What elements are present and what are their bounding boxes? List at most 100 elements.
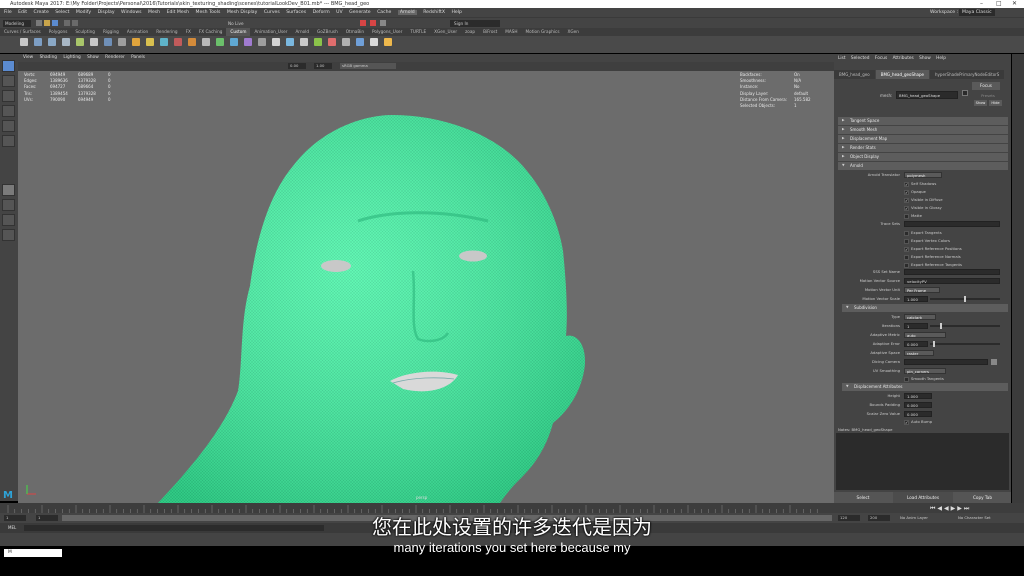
shelf-tool-icon[interactable] bbox=[272, 38, 280, 46]
visible-diffuse-checkbox[interactable]: ✓ bbox=[904, 198, 909, 203]
move-tool-icon[interactable] bbox=[2, 105, 15, 117]
section-render-stats[interactable]: Render Stats bbox=[838, 144, 1008, 152]
export-ref-normals-checkbox[interactable] bbox=[904, 255, 909, 260]
shelf-tool-icon[interactable] bbox=[328, 38, 336, 46]
shelf-tool-icon[interactable] bbox=[356, 38, 364, 46]
rotate-tool-icon[interactable] bbox=[2, 120, 15, 132]
menu-file[interactable]: File bbox=[4, 10, 12, 15]
section-subdivision[interactable]: Subdivision bbox=[842, 304, 1008, 312]
ae-tab[interactable]: hyperShadePrimaryNodeEditorS bbox=[930, 70, 1005, 79]
shelf-tab[interactable]: TURTLE bbox=[406, 28, 430, 36]
bounds-padding-field[interactable]: 0.000 bbox=[904, 402, 932, 408]
close-icon[interactable]: ✕ bbox=[1012, 0, 1017, 8]
menu-redshift[interactable]: RedshiftX bbox=[423, 10, 445, 15]
height-field[interactable]: 1.000 bbox=[904, 393, 932, 399]
shelf-tool-icon[interactable] bbox=[300, 38, 308, 46]
shelf-tool-icon[interactable] bbox=[76, 38, 84, 46]
menu-surfaces[interactable]: Surfaces bbox=[286, 10, 306, 15]
viewport-menu-view[interactable]: View bbox=[23, 55, 33, 60]
shelf-tool-icon[interactable] bbox=[286, 38, 294, 46]
shelf-tab-custom[interactable]: Custom bbox=[226, 28, 251, 36]
shelf-tab[interactable]: Rendering bbox=[152, 28, 181, 36]
section-smooth-mesh[interactable]: Smooth Mesh bbox=[838, 126, 1008, 134]
sign-in-button[interactable]: Sign In bbox=[450, 20, 500, 27]
shelf-tab[interactable]: Rigging bbox=[99, 28, 123, 36]
shelf-tab[interactable]: OtmaBin bbox=[342, 28, 368, 36]
shelf-tool-icon[interactable] bbox=[202, 38, 210, 46]
outliner-layout-icon[interactable] bbox=[2, 229, 15, 241]
ae-menu-selected[interactable]: Selected bbox=[851, 56, 870, 61]
menu-windows[interactable]: Windows bbox=[121, 10, 142, 15]
shelf-tool-icon[interactable] bbox=[146, 38, 154, 46]
scalar-zero-field[interactable]: 0.000 bbox=[904, 411, 932, 417]
presets-button[interactable]: Presets bbox=[976, 92, 1000, 99]
undo-icon[interactable] bbox=[64, 20, 70, 26]
shelf-tool-icon[interactable] bbox=[90, 38, 98, 46]
arnold-translator-select[interactable]: polymesh bbox=[904, 172, 942, 178]
ae-tab-shape[interactable]: BMG_head_geoShape bbox=[875, 70, 929, 79]
viewport-menu-lighting[interactable]: Lighting bbox=[63, 55, 80, 60]
show-button[interactable]: Show bbox=[974, 100, 987, 106]
copy-tab-button[interactable]: Copy Tab bbox=[954, 492, 1011, 503]
ae-tab[interactable]: BMG_head_geo bbox=[834, 70, 875, 79]
mesh-name-field[interactable]: BMG_head_geoShape bbox=[896, 91, 958, 99]
adaptive-error-knob[interactable] bbox=[933, 341, 935, 347]
hide-button[interactable]: Hide bbox=[989, 100, 1002, 106]
menu-arnold[interactable]: Arnold bbox=[397, 10, 417, 15]
shelf-tab[interactable]: Curves / Surfaces bbox=[0, 28, 45, 36]
maximize-icon[interactable]: □ bbox=[996, 0, 1002, 8]
new-scene-icon[interactable] bbox=[36, 20, 42, 26]
shelf-tool-icon[interactable] bbox=[104, 38, 112, 46]
matte-checkbox[interactable] bbox=[904, 214, 909, 219]
shelf-tool-icon[interactable] bbox=[258, 38, 266, 46]
menu-mesh-tools[interactable]: Mesh Tools bbox=[196, 10, 221, 15]
mode-select[interactable]: Modeling bbox=[3, 20, 31, 27]
ae-menu-list[interactable]: List bbox=[838, 56, 846, 61]
opaque-checkbox[interactable]: ✓ bbox=[904, 190, 909, 195]
shelf-tab[interactable]: Animation bbox=[123, 28, 152, 36]
shelf-tool-icon[interactable] bbox=[132, 38, 140, 46]
ae-menu-help[interactable]: Help bbox=[936, 56, 946, 61]
motion-scale-field[interactable]: 1.000 bbox=[904, 296, 928, 302]
shelf-tool-icon[interactable] bbox=[62, 38, 70, 46]
shelf-tab[interactable]: Polygons_User bbox=[368, 28, 406, 36]
export-tangents-checkbox[interactable] bbox=[904, 231, 909, 236]
camera-pick-icon[interactable] bbox=[991, 359, 997, 365]
shelf-tool-icon[interactable] bbox=[370, 38, 378, 46]
shelf-tab[interactable]: BiFrost bbox=[479, 28, 501, 36]
layout-icon[interactable] bbox=[2, 214, 15, 226]
menu-display[interactable]: Display bbox=[98, 10, 115, 15]
menu-help[interactable]: Help bbox=[451, 10, 461, 15]
gamma-field[interactable]: 1.00 bbox=[314, 63, 332, 69]
adaptive-space-select[interactable]: raster bbox=[904, 350, 934, 356]
uv-smoothing-select[interactable]: pin_corners bbox=[904, 368, 946, 374]
exposure-field[interactable]: 0.00 bbox=[288, 63, 306, 69]
load-attributes-button[interactable]: Load Attributes bbox=[893, 492, 953, 503]
shelf-tool-icon[interactable] bbox=[34, 38, 42, 46]
lasso-tool-icon[interactable] bbox=[2, 75, 15, 87]
shelf-tool-icon[interactable] bbox=[160, 38, 168, 46]
live-surface-label[interactable]: No Live Surface bbox=[228, 20, 258, 33]
section-displacement-attributes[interactable]: Displacement Attributes bbox=[842, 383, 1008, 391]
workspace-select[interactable]: Maya Classic bbox=[959, 9, 995, 16]
self-shadows-checkbox[interactable]: ✓ bbox=[904, 182, 909, 187]
iterations-knob[interactable] bbox=[940, 323, 942, 329]
motion-source-field[interactable]: velocityPV bbox=[904, 278, 1000, 284]
sss-field[interactable] bbox=[904, 269, 1000, 275]
adaptive-error-field[interactable]: 0.000 bbox=[904, 341, 928, 347]
section-object-display[interactable]: Object Display bbox=[838, 153, 1008, 161]
colorspace-select[interactable]: sRGB gamma bbox=[340, 63, 396, 69]
shelf-tool-icon[interactable] bbox=[216, 38, 224, 46]
save-scene-icon[interactable] bbox=[52, 20, 58, 26]
iterations-field[interactable]: 1 bbox=[904, 323, 928, 329]
head-mesh[interactable] bbox=[18, 71, 834, 503]
side-tabs-strip[interactable] bbox=[1012, 54, 1024, 503]
export-ref-positions-checkbox[interactable]: ✓ bbox=[904, 247, 909, 252]
motion-scale-knob[interactable] bbox=[964, 296, 966, 302]
ipr-render-icon[interactable] bbox=[370, 20, 376, 26]
export-ref-tangents-checkbox[interactable] bbox=[904, 263, 909, 268]
dicing-camera-field[interactable] bbox=[904, 359, 988, 365]
menu-modify[interactable]: Modify bbox=[76, 10, 91, 15]
four-view-icon[interactable] bbox=[2, 199, 15, 211]
menu-create[interactable]: Create bbox=[34, 10, 49, 15]
